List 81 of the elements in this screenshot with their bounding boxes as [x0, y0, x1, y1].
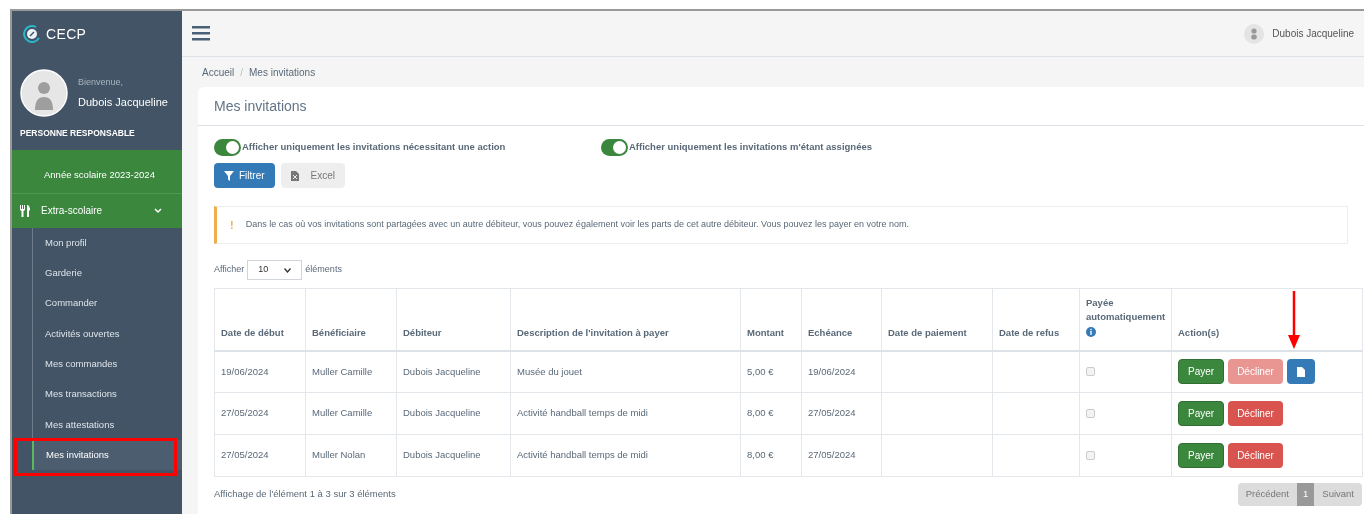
table-info: Affichage de l'élément 1 à 3 sur 3 éléments: [214, 487, 396, 502]
sidebar-item[interactable]: Garderie: [33, 258, 182, 289]
column-header[interactable]: Bénéficiaire: [305, 288, 397, 351]
caret-icon: [284, 267, 292, 273]
logo-icon: [22, 24, 42, 44]
sidebar-item[interactable]: Mes attestations: [33, 409, 182, 440]
breadcrumb-current: Mes invitations: [249, 65, 316, 80]
table-cell: Dubois Jacqueline: [396, 392, 511, 435]
table-cell: Muller Camille: [305, 350, 397, 393]
decline-button[interactable]: Décliner: [1228, 401, 1283, 426]
excel-button[interactable]: Excel: [280, 163, 345, 188]
table-cell: 27/05/2024: [801, 392, 882, 435]
toggle-label: Afficher uniquement les invitations nécessitant une action: [242, 139, 506, 154]
document-icon: [1296, 366, 1305, 377]
avatar-icon[interactable]: [1244, 23, 1265, 44]
table-cell: Dubois Jacqueline: [396, 434, 511, 477]
table-cell: Musée du jouet: [510, 350, 741, 393]
breadcrumb-link[interactable]: Accueil: [202, 64, 235, 80]
table-cell: Muller Camille: [305, 392, 397, 435]
card-title: Mes invitations: [198, 87, 1364, 126]
sidebar-item[interactable]: Mes commandes: [33, 348, 182, 380]
toggle-label: Afficher uniquement les invitations m'étant assignées: [629, 139, 872, 154]
table-cell: 8,00 €: [740, 392, 802, 435]
pay-button[interactable]: Payer: [1178, 443, 1225, 468]
pay-button[interactable]: Payer: [1178, 359, 1225, 385]
sidebar-item[interactable]: Mes transactions: [33, 379, 182, 410]
cutlery-icon: [20, 204, 31, 217]
sidebar-item[interactable]: Mon profil: [33, 227, 182, 259]
spreadsheet-file-icon: [290, 170, 299, 181]
previous-link[interactable]: Précédent: [1237, 487, 1297, 502]
role-label: PERSONNE RESPONSABLE: [19, 127, 136, 140]
column-header[interactable]: Date de début: [214, 288, 306, 351]
welcome-text: Bienvenue,: [78, 76, 125, 89]
decline-button[interactable]: Décliner: [1228, 443, 1283, 468]
table-cell: 27/05/2024: [801, 434, 882, 477]
menu-icon[interactable]: [192, 26, 210, 41]
sidebar-section[interactable]: Extra-scolaire: [12, 192, 182, 228]
section-label: Extra-scolaire: [41, 204, 104, 219]
table-cell: Muller Nolan: [305, 434, 397, 477]
column-header[interactable]: Echéance: [801, 288, 882, 351]
checkbox[interactable]: [1086, 409, 1095, 418]
table-cell: 27/05/2024: [214, 434, 306, 477]
annotation-arrow: [1288, 291, 1300, 351]
table-cell: 27/05/2024: [214, 392, 306, 435]
length-label: Afficher: [214, 263, 245, 277]
table-cell: 19/06/2024: [801, 350, 882, 393]
column-header: Payée automatiquement: [1086, 296, 1165, 325]
filter-button[interactable]: Filtrer: [214, 163, 275, 188]
table-cell: 19/06/2024: [214, 350, 306, 393]
toggle-switch[interactable]: [601, 138, 628, 156]
table-cell: 5,00 €: [740, 350, 802, 393]
next-link[interactable]: Suivant: [1314, 487, 1362, 502]
page-size-select[interactable]: 10: [247, 260, 303, 280]
user-name: Dubois Jacqueline: [78, 94, 168, 110]
breadcrumb-separator: /: [240, 65, 244, 80]
logo-text: CECP: [46, 24, 87, 44]
table-cell: 8,00 €: [740, 434, 802, 477]
info-icon[interactable]: [1086, 326, 1096, 337]
column-header[interactable]: Débiteur: [396, 288, 511, 351]
table-cell: Activité handball temps de midi: [510, 434, 741, 477]
table-cell: Activité handball temps de midi: [510, 392, 741, 435]
length-label: éléments: [305, 263, 342, 277]
pay-button[interactable]: Payer: [1178, 401, 1225, 426]
alert-text: Dans le cas où vos invitations sont partagées avec un autre débiteur, vous pouvez également voir les parts de cet autre débiteur. Vous pouvez les payer en votre nom.: [245, 218, 910, 232]
school-year-item[interactable]: Année scolaire 2023-2024: [12, 149, 182, 193]
sidebar-item[interactable]: Activités ouvertes: [33, 318, 182, 349]
filter-icon: [224, 170, 234, 181]
warning-icon: !: [230, 216, 234, 234]
table-cell: Dubois Jacqueline: [396, 350, 511, 393]
toggle-switch[interactable]: [214, 138, 241, 156]
user-name[interactable]: Dubois Jacqueline: [1272, 26, 1354, 41]
document-button[interactable]: [1286, 359, 1315, 385]
column-header[interactable]: Montant: [740, 288, 802, 351]
checkbox[interactable]: [1086, 451, 1095, 460]
avatar-icon: [20, 69, 68, 117]
sidebar-item[interactable]: Commander: [33, 288, 182, 319]
column-header[interactable]: Date de paiement: [881, 288, 993, 351]
column-header[interactable]: Date de refus: [992, 288, 1080, 351]
checkbox[interactable]: [1086, 367, 1095, 377]
sidebar-item[interactable]: Mes invitations: [32, 439, 182, 471]
column-header[interactable]: Description de l'invitation à payer: [510, 288, 741, 351]
